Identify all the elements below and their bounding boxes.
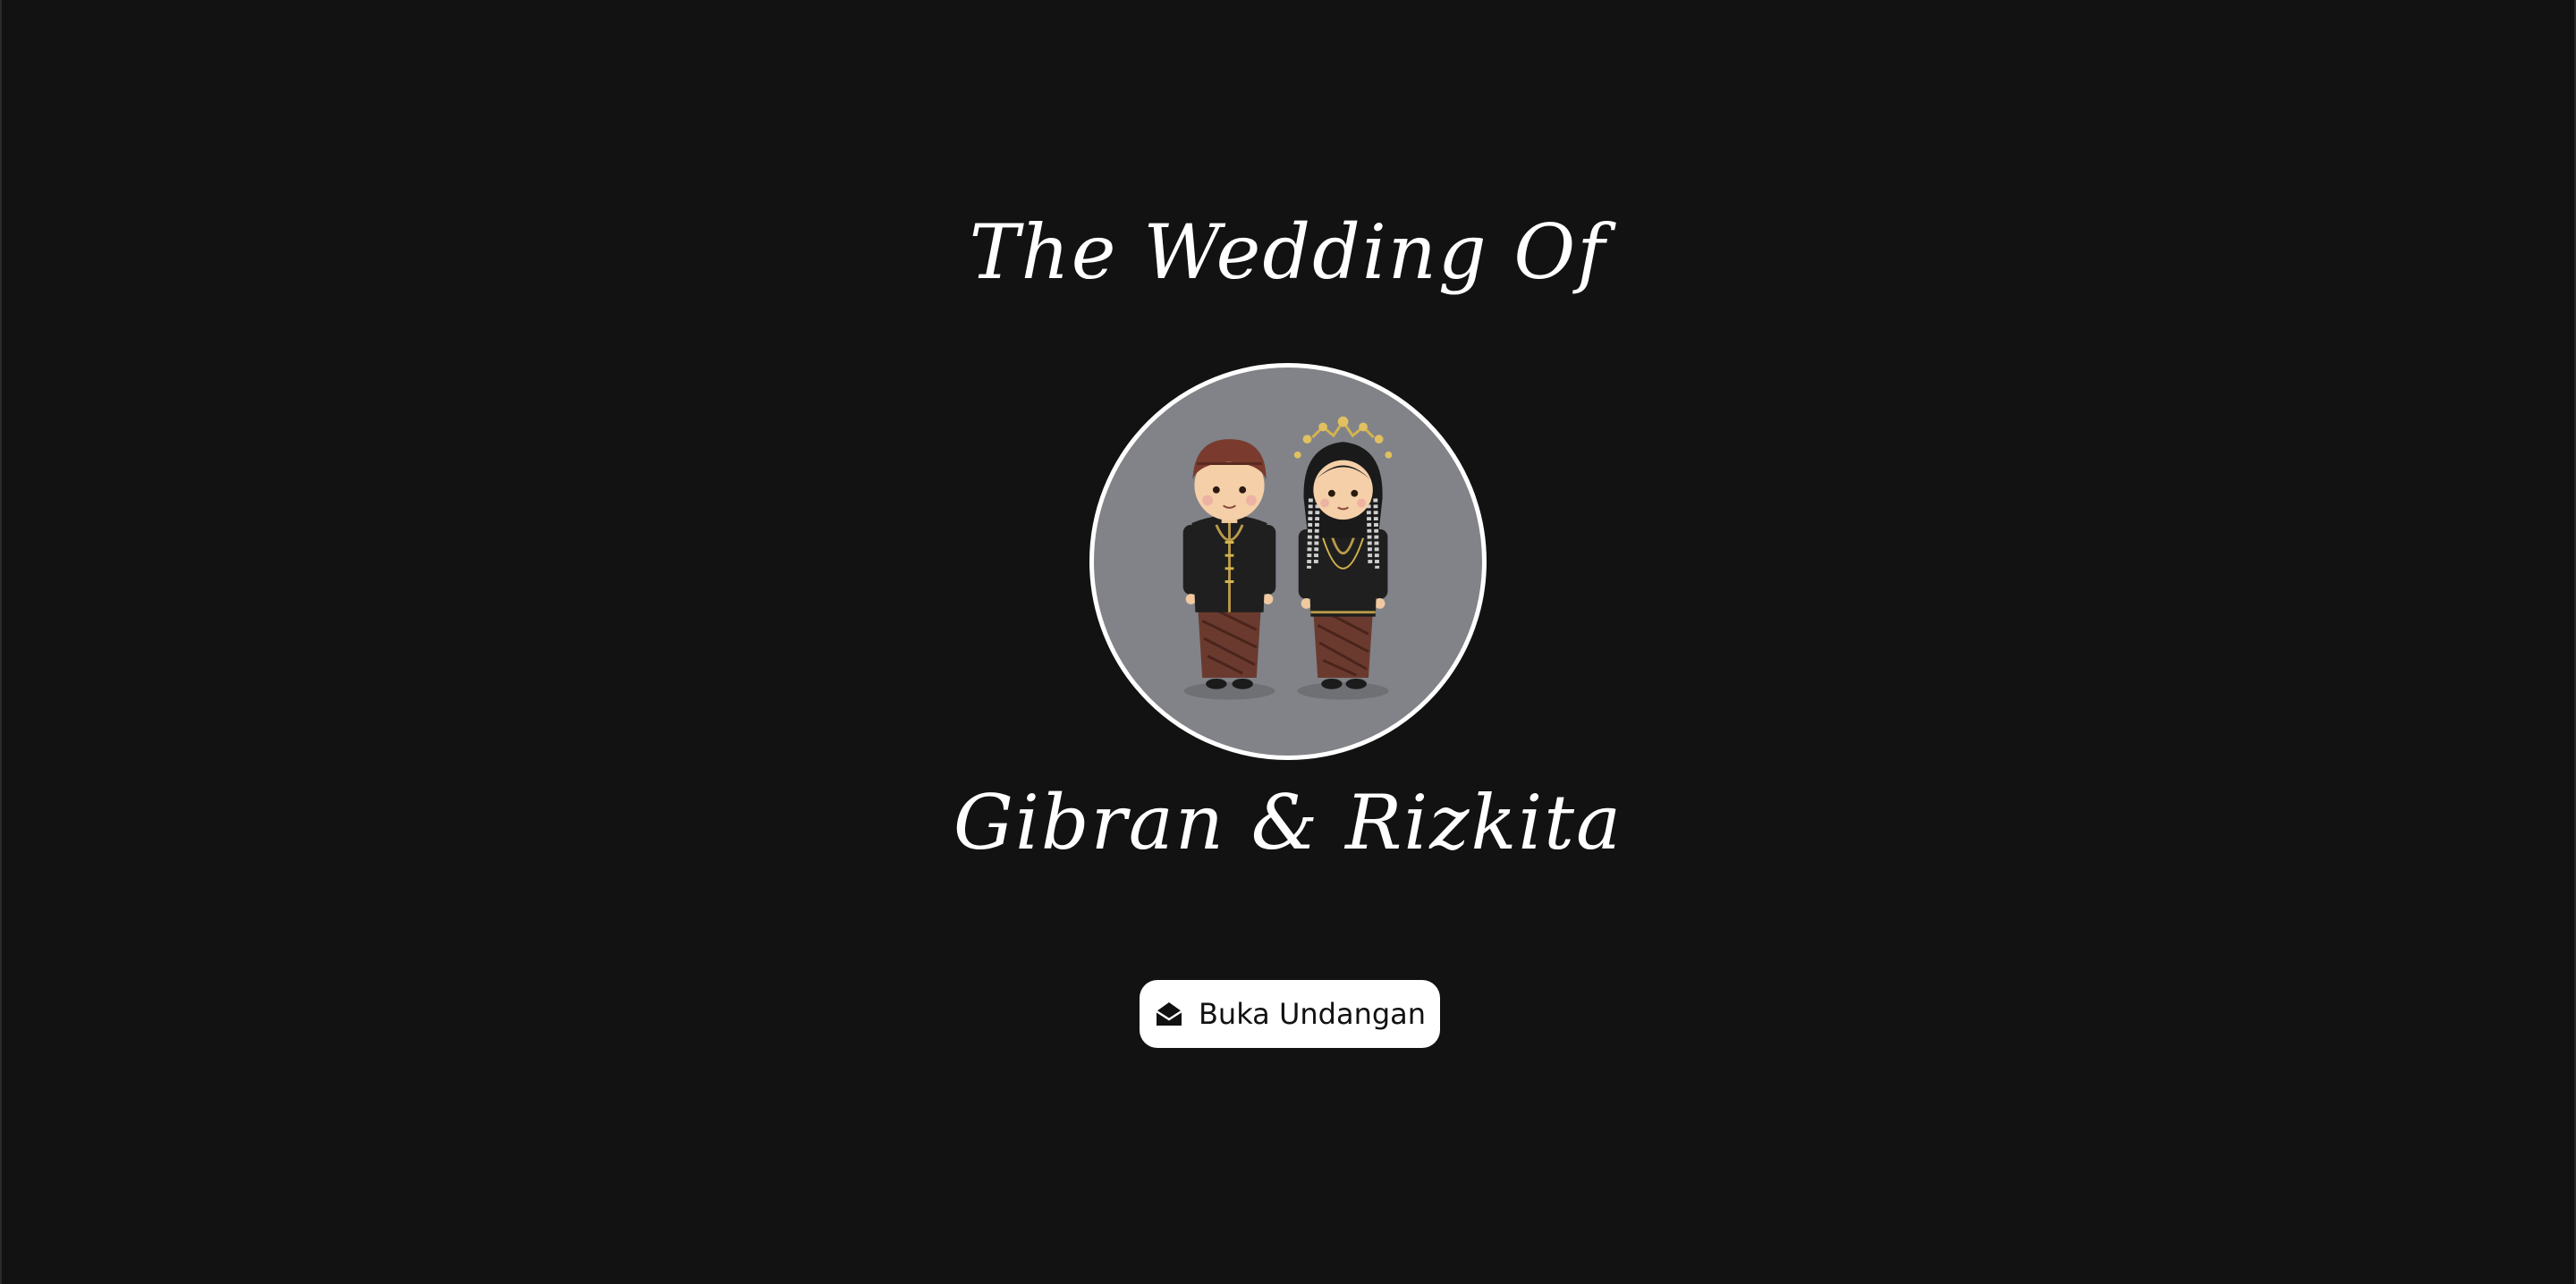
couple-illustration (1182, 416, 1393, 700)
open-invitation-label: Buka Undangan (1198, 997, 1427, 1031)
wedding-title: The Wedding Of (969, 208, 1607, 296)
couple-portrait (1089, 363, 1487, 760)
groom-figure (1182, 439, 1276, 689)
couple-names: Gibran & Rizkita (953, 779, 1623, 866)
page: The Wedding Of Gibran & Rizkita Buka Und… (0, 0, 2576, 1284)
open-invitation-button[interactable]: Buka Undangan (1140, 980, 1440, 1048)
cover-section: The Wedding Of Gibran & Rizkita Buka Und… (2, 0, 2574, 1284)
bride-figure (1293, 416, 1393, 689)
envelope-open-icon (1154, 999, 1184, 1029)
